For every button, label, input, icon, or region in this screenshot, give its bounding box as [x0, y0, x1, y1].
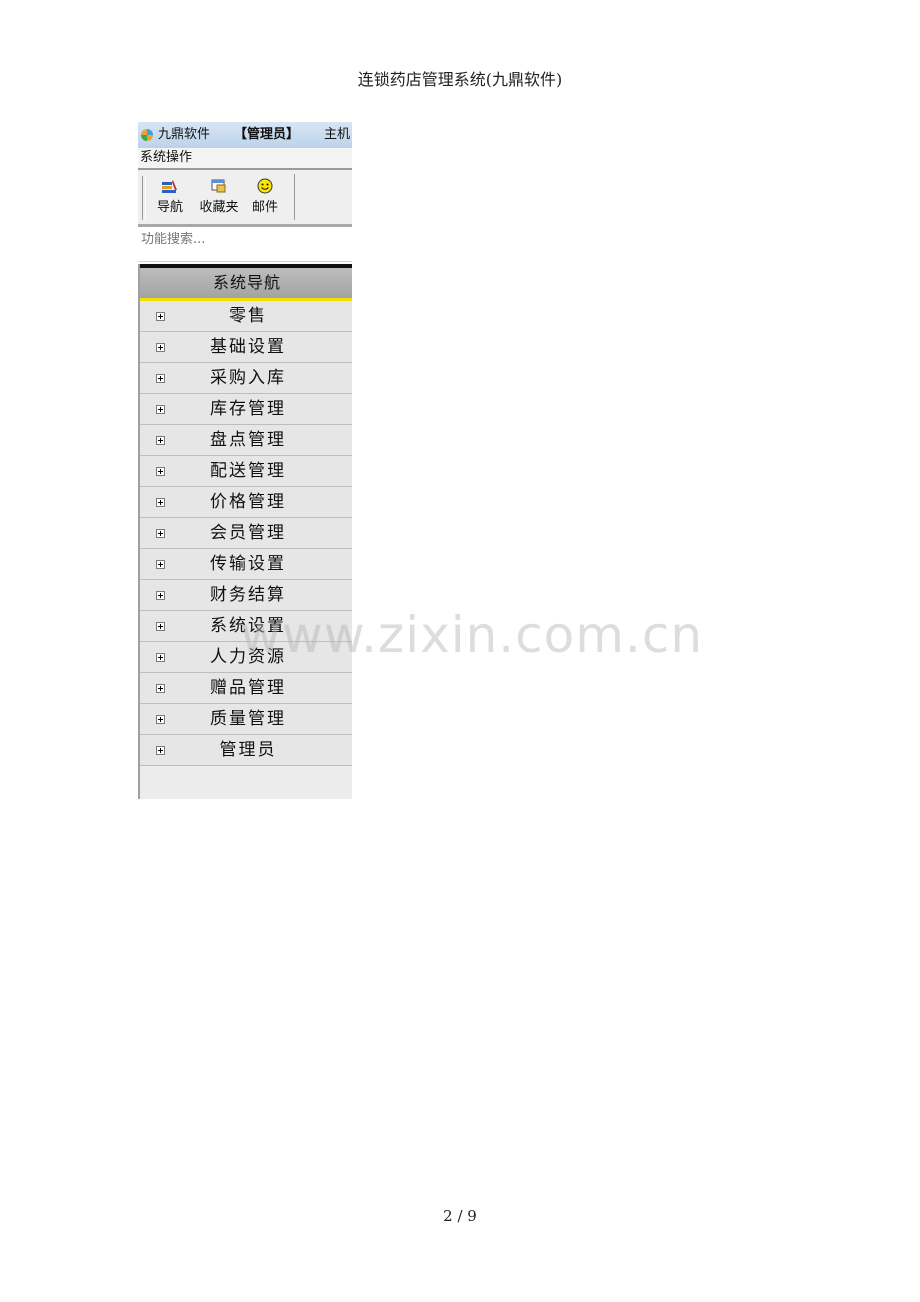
title-bar: 九鼎软件 【管理员】 主机: [138, 122, 352, 148]
nav-item-label: 价格管理: [210, 492, 286, 512]
nav-item-distribution[interactable]: 配送管理: [140, 456, 352, 487]
favorites-button[interactable]: 收藏夹: [196, 178, 242, 215]
nav-item-label: 基础设置: [210, 337, 286, 357]
nav-item-label: 赠品管理: [210, 678, 286, 698]
nav-item-label: 系统设置: [210, 616, 286, 636]
nav-item-purchasing[interactable]: 采购入库: [140, 363, 352, 394]
function-search: [138, 227, 352, 262]
nav-item-label: 人力资源: [210, 647, 286, 667]
nav-item-stocktaking[interactable]: 盘点管理: [140, 425, 352, 456]
nav-item-quality[interactable]: 质量管理: [140, 704, 352, 735]
nav-button[interactable]: 导航: [154, 178, 186, 215]
document-header: 连锁药店管理系统(九鼎软件): [357, 70, 563, 89]
nav-header[interactable]: 系统导航: [140, 268, 352, 301]
function-search-input[interactable]: [138, 230, 341, 248]
user-role: 【管理员】: [234, 127, 300, 142]
books-icon: [162, 180, 177, 193]
nav-item-label: 盘点管理: [210, 430, 286, 450]
app-logo-icon: [141, 129, 153, 141]
host-label: 主机: [324, 127, 351, 142]
nav-item-label: 会员管理: [210, 523, 286, 543]
menu-bar: 系统操作: [138, 148, 352, 170]
toolbar-grip[interactable]: [142, 176, 146, 220]
nav-item-basic-settings[interactable]: 基础设置: [140, 332, 352, 363]
app-screenshot: 九鼎软件 【管理员】 主机 系统操作 导航 收藏夹 邮件 功能搜索... 系统导…: [138, 122, 352, 799]
nav-item-hr[interactable]: 人力资源: [140, 642, 352, 673]
toolbar-separator: [294, 174, 295, 220]
nav-item-members[interactable]: 会员管理: [140, 518, 352, 549]
nav-list: 零售 基础设置 采购入库 库存管理 盘点管理 配送管理 价格管理 会员管理 传输…: [140, 301, 352, 766]
page-number: 2 / 9: [443, 1207, 477, 1225]
nav-item-admin[interactable]: 管理员: [140, 735, 352, 766]
nav-button-label: 导航: [156, 200, 183, 215]
nav-item-label: 管理员: [219, 740, 277, 760]
nav-item-label: 财务结算: [210, 585, 286, 605]
nav-item-system-settings[interactable]: 系统设置: [140, 611, 352, 642]
nav-item-label: 零售: [229, 306, 267, 326]
nav-item-label: 采购入库: [210, 368, 286, 388]
mail-button-label: 邮件: [251, 200, 278, 215]
nav-item-pricing[interactable]: 价格管理: [140, 487, 352, 518]
toolbar: 导航 收藏夹 邮件: [138, 170, 352, 227]
nav-item-transfer-settings[interactable]: 传输设置: [140, 549, 352, 580]
mail-button[interactable]: 邮件: [248, 178, 282, 215]
nav-item-label: 传输设置: [210, 554, 286, 574]
nav-item-retail[interactable]: 零售: [140, 301, 352, 332]
nav-item-finance[interactable]: 财务结算: [140, 580, 352, 611]
nav-item-gifts[interactable]: 赠品管理: [140, 673, 352, 704]
system-navigation-panel: 系统导航 零售 基础设置 采购入库 库存管理 盘点管理 配送管理 价格管理 会员…: [138, 264, 352, 799]
menu-system-ops[interactable]: 系统操作: [138, 150, 192, 165]
nav-item-inventory[interactable]: 库存管理: [140, 394, 352, 425]
favorites-button-label: 收藏夹: [199, 200, 239, 215]
nav-item-label: 质量管理: [210, 709, 286, 729]
nav-item-label: 配送管理: [210, 461, 286, 481]
app-name: 九鼎软件: [158, 127, 211, 142]
smiley-icon: [257, 178, 273, 194]
folder-window-icon: [211, 179, 226, 193]
nav-item-label: 库存管理: [210, 399, 286, 419]
